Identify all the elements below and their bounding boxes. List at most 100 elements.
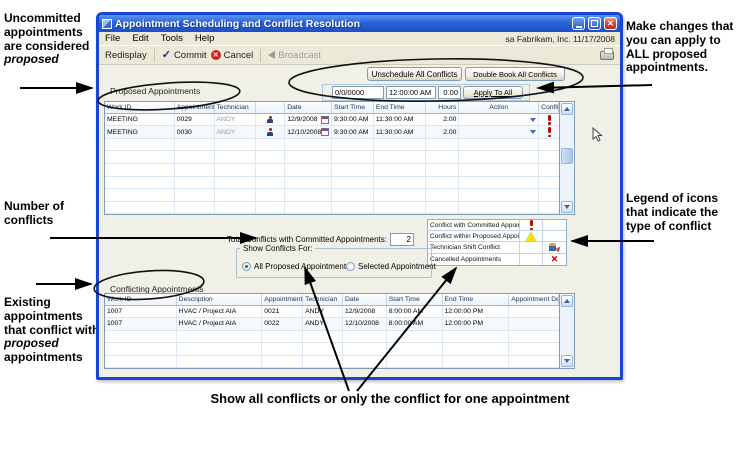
- menu-tools[interactable]: Tools: [155, 33, 189, 44]
- end-time-cell[interactable]: 11:30:00 AM: [374, 126, 426, 138]
- start-time-cell[interactable]: 8:00:00 AM: [387, 318, 443, 329]
- work-id-cell[interactable]: MEETING: [105, 114, 175, 126]
- work-id-cell[interactable]: 1007: [105, 318, 177, 329]
- work-id-cell[interactable]: 1007: [105, 306, 177, 317]
- menu-edit[interactable]: Edit: [126, 33, 154, 44]
- end-time-cell[interactable]: 12:00:00 PM: [443, 306, 510, 317]
- radio-selected-appointment[interactable]: Selected Appointment: [346, 262, 436, 271]
- appointment-cell[interactable]: 0029: [175, 114, 215, 126]
- action-dropdown[interactable]: [459, 114, 539, 126]
- conflicting-row-2[interactable]: 1007 HVAC / Project AIA 0022 ANDY 12/10/…: [105, 318, 559, 330]
- apply-time-field[interactable]: 12:00:00 AM: [386, 86, 436, 99]
- user-company-date: sa Fabrikam, Inc. 11/17/2008: [506, 34, 620, 44]
- appointment-description-cell[interactable]: [509, 318, 559, 329]
- menu-file[interactable]: File: [99, 33, 126, 44]
- minimize-icon: [576, 26, 582, 28]
- toolbar-separator: [154, 49, 155, 62]
- title-bar[interactable]: Appointment Scheduling and Conflict Reso…: [99, 15, 620, 32]
- arrow-up-icon: [564, 299, 570, 303]
- radio-all-proposed-appointments[interactable]: All Proposed Appointments: [242, 262, 350, 271]
- cancel-label: Cancel: [224, 50, 254, 61]
- callout-uncommitted: Uncommitted appointments are considered …: [4, 12, 104, 67]
- date-cell[interactable]: 12/9/2008: [285, 114, 332, 126]
- empty-row: [105, 343, 559, 355]
- check-icon: ✓: [162, 50, 171, 61]
- hours-cell[interactable]: 2.00: [426, 126, 460, 138]
- technician-cell[interactable]: ANDY: [303, 318, 343, 329]
- technician-lookup-cell[interactable]: [256, 114, 285, 126]
- end-time-cell[interactable]: 11:30:00 AM: [374, 114, 426, 126]
- action-dropdown[interactable]: [459, 126, 539, 138]
- radio-unselected-icon[interactable]: [346, 262, 355, 271]
- proposed-table-scrollbar[interactable]: [559, 102, 574, 214]
- scroll-down-button[interactable]: [561, 355, 573, 367]
- conflicting-table-scrollbar[interactable]: [559, 294, 574, 368]
- menu-help[interactable]: Help: [189, 33, 221, 44]
- calendar-icon[interactable]: [321, 116, 329, 124]
- date-cell[interactable]: 12/9/2008: [343, 306, 387, 317]
- technician-cell[interactable]: ANDY: [303, 306, 343, 317]
- print-icon[interactable]: [600, 51, 614, 60]
- close-button[interactable]: ✕: [604, 17, 617, 30]
- double-book-all-conflicts-button[interactable]: Double Book All Conflicts: [465, 67, 565, 81]
- description-cell[interactable]: HVAC / Project AIA: [177, 306, 263, 317]
- legend-row: Conflict within Proposed Appointments: [428, 231, 566, 242]
- scroll-up-button[interactable]: [561, 295, 573, 307]
- work-id-cell[interactable]: MEETING: [105, 126, 175, 138]
- legend-row: Technician Shift Conflict: [428, 242, 566, 253]
- technician-lookup-cell[interactable]: [256, 126, 285, 138]
- proposed-appointments-label: Proposed Appointments: [110, 86, 200, 96]
- arrow-down-icon: [564, 205, 570, 209]
- broadcast-button: Broadcast: [268, 50, 321, 61]
- start-time-cell[interactable]: 9:30:00 AM: [332, 114, 374, 126]
- callout-existing-italic: proposed: [4, 336, 59, 350]
- arrow-up-icon: [564, 107, 570, 111]
- conflicting-row-1[interactable]: 1007 HVAC / Project AIA 0021 ANDY 12/9/2…: [105, 306, 559, 318]
- legend-row: Conflict with Committed Appointments: [428, 220, 566, 231]
- radio-selected-icon[interactable]: [242, 262, 251, 271]
- appointment-cell[interactable]: 0030: [175, 126, 215, 138]
- minimize-button[interactable]: [572, 17, 585, 30]
- proposed-row-2[interactable]: MEETING 0030 ANDY 12/10/2008 9:30:00 AM …: [105, 126, 559, 139]
- cancelled-appointments-icon: ✕: [551, 255, 559, 264]
- scrollbar-thumb[interactable]: [561, 148, 573, 164]
- commit-button[interactable]: ✓Commit: [162, 50, 207, 61]
- redisplay-button[interactable]: Redisplay: [105, 50, 147, 61]
- col-work-id: Work ID: [105, 102, 175, 113]
- col-start-time: Start Time: [332, 102, 374, 113]
- unschedule-all-conflicts-button[interactable]: Unschedule All Conflicts: [367, 67, 462, 81]
- apply-to-all-button[interactable]: Apply To All: [463, 86, 523, 99]
- date-value: 12/9/2008: [287, 116, 317, 123]
- start-time-cell[interactable]: 8:00:00 AM: [387, 306, 443, 317]
- proposed-row-1[interactable]: MEETING 0029 ANDY 12/9/2008 9:30:00 AM 1…: [105, 114, 559, 127]
- start-time-cell[interactable]: 9:30:00 AM: [332, 126, 374, 138]
- date-cell[interactable]: 12/10/2008: [343, 318, 387, 329]
- appointment-description-cell[interactable]: [509, 306, 559, 317]
- arrow-down-icon: [564, 359, 570, 363]
- empty-row: [105, 331, 559, 343]
- close-icon: ✕: [607, 19, 614, 28]
- apply-date-field[interactable]: 0/0/0000: [332, 86, 384, 99]
- end-time-cell[interactable]: 12:00:00 PM: [443, 318, 510, 329]
- callout-existing-after: appointments: [4, 350, 83, 364]
- description-cell[interactable]: HVAC / Project AIA: [177, 318, 263, 329]
- scroll-down-button[interactable]: [561, 201, 573, 213]
- hours-cell[interactable]: 2.00: [426, 114, 460, 126]
- technician-cell[interactable]: ANDY: [215, 126, 257, 138]
- maximize-button[interactable]: [588, 17, 601, 30]
- col-work-id: Work ID: [105, 294, 177, 305]
- appointment-cell[interactable]: 0021: [262, 306, 303, 317]
- date-cell[interactable]: 12/10/2008: [285, 126, 332, 138]
- col-appointment: Appointment: [175, 102, 215, 113]
- technician-cell[interactable]: ANDY: [215, 114, 257, 126]
- callout-existing-text: Existing appointments that conflict with: [4, 295, 99, 337]
- calendar-icon[interactable]: [321, 128, 329, 136]
- apply-hours-field[interactable]: 0.00: [438, 86, 461, 99]
- cancel-button[interactable]: ✕Cancel: [211, 50, 254, 61]
- appointment-cell[interactable]: 0022: [262, 318, 303, 329]
- scroll-up-button[interactable]: [561, 103, 573, 115]
- callout-uncommitted-text: Uncommitted appointments are considered: [4, 11, 89, 53]
- app-window: Appointment Scheduling and Conflict Reso…: [96, 12, 623, 380]
- col-date: Date: [285, 102, 332, 113]
- window-title: Appointment Scheduling and Conflict Reso…: [115, 18, 569, 30]
